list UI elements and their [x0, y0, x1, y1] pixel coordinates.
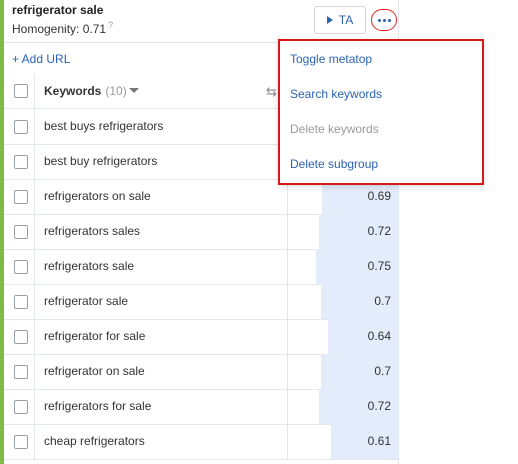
table-row[interactable]: refrigerators sales 0.72 — [4, 214, 399, 250]
more-dots-icon — [387, 18, 391, 22]
keywords-column-header[interactable]: Keywords (10) — [44, 84, 127, 98]
homogeneity-value: 0.72 — [367, 399, 391, 413]
row-checkbox[interactable] — [14, 295, 28, 309]
homogeneity-cell: 0.7 — [287, 284, 399, 319]
row-checkbox[interactable] — [14, 330, 28, 344]
homogeneity-cell: 0.72 — [287, 389, 399, 424]
row-checkbox[interactable] — [14, 120, 28, 134]
keyword-cell: best buys refrigerators — [44, 119, 164, 133]
homogeneity-value: 0.7 — [374, 294, 391, 308]
homogeneity-value: 0.72 — [367, 224, 391, 238]
homogeneity-value: 0.75 — [367, 259, 391, 273]
row-checkbox[interactable] — [14, 365, 28, 379]
keyword-cell: refrigerator for sale — [44, 329, 146, 343]
ta-button[interactable]: TA — [314, 6, 366, 34]
more-dots-icon — [377, 18, 381, 22]
menu-item-search-keywords[interactable]: Search keywords — [290, 87, 382, 101]
homogeneity-help-icon[interactable]: ? — [108, 20, 113, 30]
homogeneity-cell: 0.61 — [287, 424, 399, 459]
table-row[interactable]: refrigerators for sale 0.72 — [4, 389, 399, 425]
add-url-link[interactable]: + Add URL — [12, 52, 70, 66]
menu-item-delete-keywords: Delete keywords — [290, 122, 379, 136]
keyword-cell: refrigerator sale — [44, 294, 129, 308]
play-icon — [326, 16, 333, 24]
group-header: refrigerator sale Homogenity: 0.71? TA — [4, 0, 398, 43]
menu-item-delete-subgroup[interactable]: Delete subgroup — [290, 157, 378, 171]
keyword-cell: refrigerator on sale — [44, 364, 145, 378]
homogeneity-cell: 0.72 — [287, 214, 399, 249]
table-row[interactable]: refrigerator for sale 0.64 — [4, 319, 399, 355]
keyword-cell: refrigerators for sale — [44, 399, 152, 413]
select-all-checkbox[interactable] — [14, 84, 28, 98]
sort-arrow-icon[interactable] — [129, 88, 139, 93]
homogeneity-value: Homogenity: 0.71 — [12, 22, 107, 36]
homogeneity-value: 0.69 — [367, 189, 391, 203]
homogeneity-value: 0.7 — [374, 364, 391, 378]
row-checkbox[interactable] — [14, 225, 28, 239]
table-row[interactable]: cheap refrigerators 0.61 — [4, 424, 399, 460]
swap-icon[interactable]: ⇆ — [266, 84, 277, 100]
homogeneity-value: 0.61 — [367, 434, 391, 448]
keyword-cell: cheap refrigerators — [44, 434, 145, 448]
homogeneity-cell: 0.64 — [287, 319, 399, 354]
ta-button-label: TA — [338, 13, 354, 27]
group-title: refrigerator sale — [12, 3, 104, 17]
row-checkbox[interactable] — [14, 400, 28, 414]
more-options-button[interactable] — [371, 9, 397, 31]
keyword-cell: refrigerators on sale — [44, 189, 151, 203]
table-row[interactable]: refrigerators sale 0.75 — [4, 249, 399, 285]
table-row[interactable]: refrigerator on sale 0.7 — [4, 354, 399, 390]
keywords-count: (10) — [105, 84, 127, 98]
row-checkbox[interactable] — [14, 155, 28, 169]
homogeneity-cell: 0.7 — [287, 354, 399, 389]
keyword-cell: refrigerators sales — [44, 224, 141, 238]
options-dropdown-menu: Toggle metatop Search keywords Delete ke… — [278, 39, 484, 185]
keywords-header-label: Keywords — [44, 84, 102, 98]
homogeneity-value: 0.64 — [367, 329, 391, 343]
menu-item-toggle-metatop[interactable]: Toggle metatop — [290, 52, 372, 66]
keyword-cell: refrigerators sale — [44, 259, 135, 273]
homogeneity-label: Homogenity: 0.71? — [12, 20, 113, 36]
homogeneity-cell: 0.75 — [287, 249, 399, 284]
row-checkbox[interactable] — [14, 190, 28, 204]
table-row[interactable]: refrigerator sale 0.7 — [4, 284, 399, 320]
keyword-cell: best buy refrigerators — [44, 154, 158, 168]
more-dots-icon — [382, 18, 386, 22]
row-checkbox[interactable] — [14, 435, 28, 449]
row-checkbox[interactable] — [14, 260, 28, 274]
